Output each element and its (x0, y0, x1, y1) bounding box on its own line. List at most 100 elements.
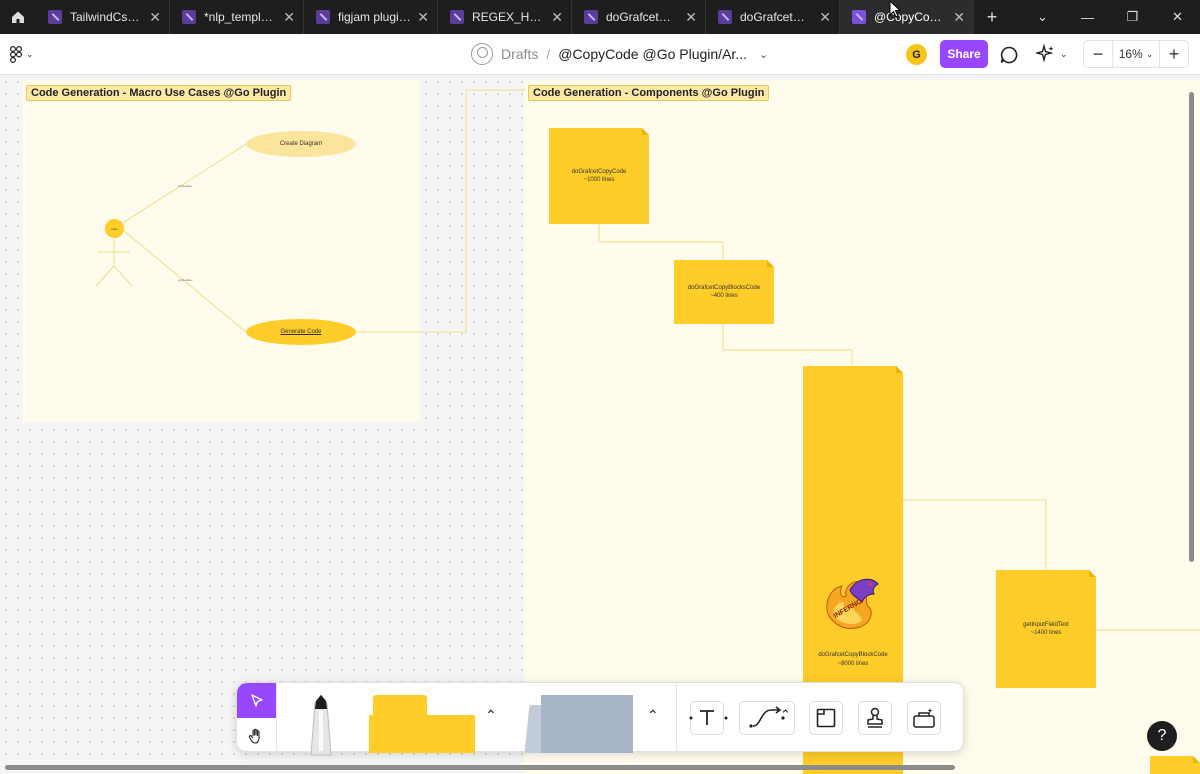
restore-icon[interactable]: ❐ (1110, 0, 1155, 34)
help-button[interactable]: ? (1147, 721, 1177, 751)
figjam-canvas[interactable]: Code Generation - Macro Use Cases @Go Pl… (0, 76, 1200, 774)
more-tools-button[interactable] (907, 701, 941, 735)
close-icon[interactable]: ✕ (953, 9, 965, 26)
use-case-create-diagram[interactable]: Create Diagram (246, 131, 356, 157)
sticky-getinputfieldtext[interactable]: getInputFieldText ~1400 lines (996, 570, 1096, 688)
vertical-scrollbar[interactable] (1189, 92, 1194, 562)
sticky-dografcetcopyblockscode[interactable]: doGrafcetCopyBlocksCode ~400 lines (674, 260, 774, 324)
divider (276, 683, 277, 753)
home-icon[interactable] (0, 0, 36, 34)
figjam-toolbar: ⌄ Drafts / @CopyCode @Go Plugin/Ar... ⌄ … (0, 34, 1200, 75)
chevron-down-icon: ⌄ (1060, 48, 1068, 59)
marker-pen-tool[interactable] (299, 695, 343, 761)
section-tool-button[interactable] (809, 701, 843, 735)
zoom-out-button[interactable]: − (1084, 41, 1112, 67)
team-avatar-icon (471, 43, 493, 65)
tab-copycode-active[interactable]: @CopyCode ... ✕ (840, 0, 974, 34)
actor-figure-icon (95, 238, 133, 287)
figjam-file-icon (584, 10, 598, 24)
zoom-level[interactable]: 16% ⌄ (1112, 41, 1160, 67)
tab-regex-html[interactable]: REGEX_HTML... ✕ (438, 0, 572, 34)
text-t-icon (700, 710, 714, 725)
tab-list-chevron-icon[interactable]: ⌄ (1020, 0, 1065, 34)
minimize-icon[interactable]: — (1065, 0, 1110, 34)
ai-sparkle-button[interactable]: ⌄ (1036, 44, 1068, 64)
tab-label: doGrafcetCop... (606, 10, 679, 24)
figjam-file-icon (852, 10, 866, 24)
close-icon[interactable]: ✕ (417, 9, 429, 26)
sticky-lines: ~1400 lines (1030, 630, 1062, 636)
tab-nlp-template[interactable]: *nlp_template... ✕ (170, 0, 304, 34)
close-icon[interactable]: ✕ (685, 9, 697, 26)
close-icon[interactable]: ✕ (283, 9, 295, 26)
file-name[interactable]: @CopyCode @Go Plugin/Ar... (558, 46, 747, 62)
zoom-control: − 16% ⌄ + (1083, 40, 1189, 68)
inferno-dragon-sticker[interactable]: INFERNO (820, 570, 884, 634)
figjam-file-icon (48, 10, 62, 24)
stamp-icon (867, 707, 883, 728)
tab-figjam-plugin[interactable]: figjam plugin ... ✕ (304, 0, 438, 34)
chevron-down-icon: ⌄ (1145, 48, 1154, 59)
chevron-up-icon[interactable]: ⌃ (780, 707, 791, 723)
figma-logo-icon (10, 46, 22, 63)
sticky-lines: ~400 lines (710, 293, 738, 299)
breadcrumb-drafts[interactable]: Drafts (501, 46, 538, 62)
section-title[interactable]: Code Generation - Components @Go Plugin (528, 85, 770, 101)
tab-tailwindcss[interactable]: TailwindCss ... ✕ (36, 0, 170, 34)
sticky-name: getInputFieldText (1023, 621, 1069, 628)
tab-label: REGEX_HTML... (472, 10, 546, 24)
actor-head[interactable]: User (105, 219, 124, 238)
chevron-up-icon[interactable]: ⌃ (485, 707, 497, 724)
new-tab-plus-icon[interactable]: + (974, 0, 1010, 34)
zoom-in-button[interactable]: + (1160, 41, 1188, 67)
tab-dografcetcop-2[interactable]: doGrafcetCop... ✕ (706, 0, 840, 34)
hand-icon (248, 728, 260, 744)
close-icon[interactable]: ✕ (149, 9, 161, 26)
close-icon[interactable]: ✕ (819, 9, 831, 26)
stamp-tool-button[interactable] (858, 701, 892, 735)
section-frame-icon (816, 708, 836, 728)
horizontal-scrollbar[interactable] (5, 765, 955, 770)
use-case-label: Create Diagram (279, 141, 323, 147)
share-button[interactable]: Share (940, 40, 988, 68)
figjam-file-icon (718, 10, 732, 24)
hand-tool-button[interactable] (237, 718, 276, 753)
close-icon[interactable]: ✕ (551, 9, 563, 26)
sticky-dografcetcopycode[interactable]: doGrafcetCopyCode ~1000 lines (549, 128, 649, 224)
use-case-label: Generate Code (280, 329, 322, 335)
toolbox-sparkle-icon (913, 708, 935, 728)
sticky-lines: ~8000 lines (837, 660, 869, 667)
section-title[interactable]: Code Generation - Macro Use Cases @Go Pl… (26, 85, 292, 101)
tab-label: @CopyCode ... (874, 10, 947, 24)
sticky-note-tool[interactable] (369, 695, 477, 753)
main-menu-button[interactable]: ⌄ (10, 46, 34, 63)
figjam-file-icon (316, 10, 330, 24)
close-window-icon[interactable]: ✕ (1155, 0, 1200, 34)
tab-dografcetcop-1[interactable]: doGrafcetCop... ✕ (572, 0, 706, 34)
divider (676, 683, 677, 753)
select-tool-button[interactable] (237, 683, 276, 718)
edge-label: «includes» (178, 278, 193, 282)
cursor-arrow-icon (250, 693, 263, 707)
chevron-up-icon[interactable]: ⌃ (647, 707, 659, 724)
dot-icon (689, 716, 693, 720)
chevron-down-icon[interactable]: ⌄ (759, 48, 768, 61)
shapes-stack-tool[interactable] (523, 695, 635, 753)
shape-front (541, 695, 633, 753)
breadcrumb: Drafts / @CopyCode @Go Plugin/Ar... ⌄ (471, 43, 768, 65)
avatar[interactable]: G (906, 44, 927, 65)
creation-toolbar: ⌃ ⌃ ⌃ (236, 682, 964, 756)
sticky-name: doGrafcetCopyBlocksCode (687, 284, 761, 291)
use-case-generate-code[interactable]: Generate Code (246, 319, 356, 345)
tab-label: TailwindCss ... (70, 10, 144, 24)
sticky-offscreen[interactable] (1150, 756, 1200, 774)
chevron-down-icon: ⌄ (26, 49, 34, 59)
figjam-file-icon (182, 10, 196, 24)
dot-icon (724, 716, 728, 720)
comment-icon[interactable] (999, 45, 1019, 65)
zoom-value: 16% (1118, 47, 1143, 61)
sparkle-icon (1036, 44, 1054, 63)
tab-label: figjam plugin ... (338, 10, 412, 24)
text-tool-button[interactable] (690, 701, 724, 735)
breadcrumb-separator: / (546, 46, 551, 62)
